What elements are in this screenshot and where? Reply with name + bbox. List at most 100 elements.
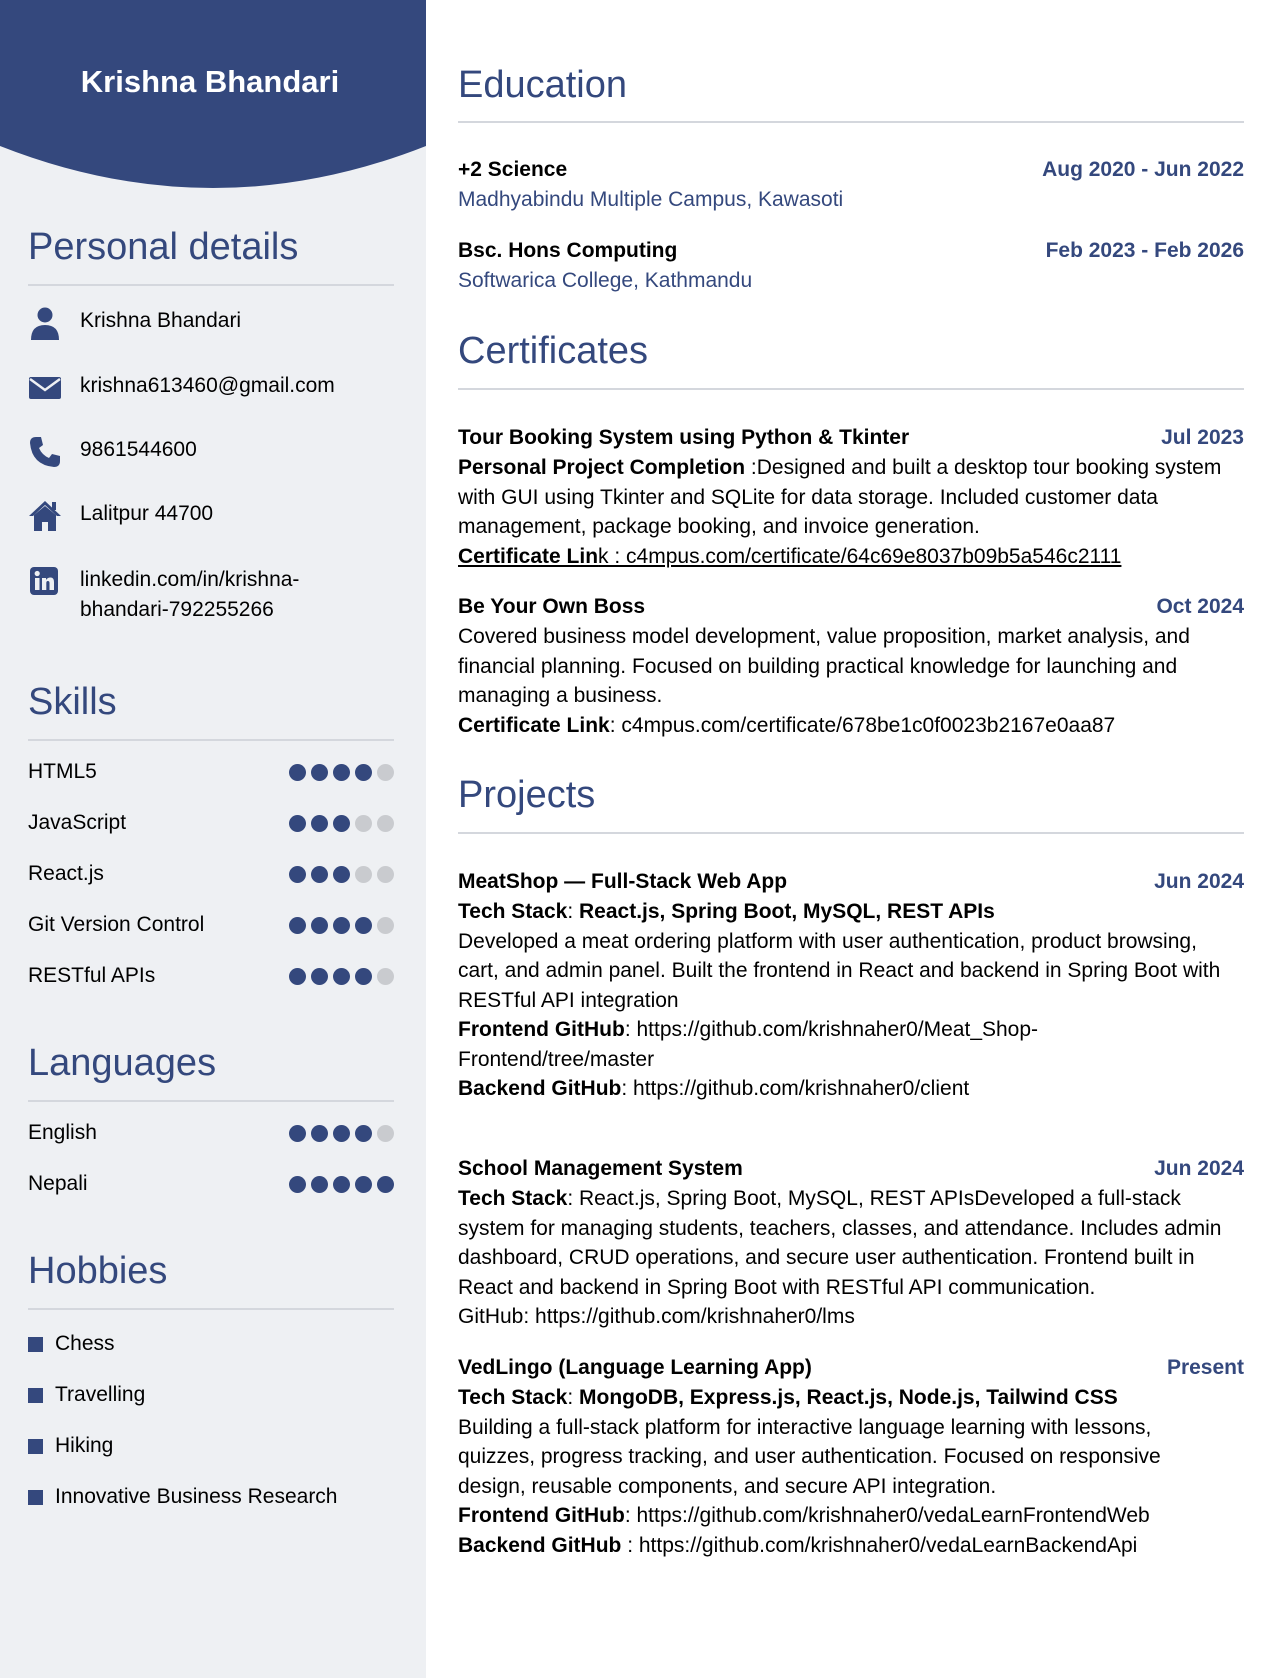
- skill-row: RESTful APIs: [28, 961, 394, 991]
- link-url: : https://github.com/krishnaher0/Meat_Sh…: [624, 1018, 1039, 1041]
- link-url: : https://github.com/krishnaher0/vedaLea…: [621, 1533, 1138, 1557]
- languages-heading: Languages: [28, 1042, 217, 1084]
- sidebar: Krishna Bhandari Personal details Krishn…: [0, 0, 426, 1678]
- text-span: :Designed and built a desktop tour booki…: [745, 456, 1222, 479]
- contact-linkedin-row: linkedin.com/in/krishna- bhandari-792255…: [28, 565, 398, 625]
- backend-github-link[interactable]: Backend GitHub : https://github.com/kris…: [458, 1531, 1248, 1561]
- certificate-link[interactable]: Certificate Link: c4mpus.com/certificate…: [458, 711, 1248, 741]
- hobby-item: Chess: [28, 1332, 115, 1356]
- github-link[interactable]: GitHub: https://github.com/krishnaher0/l…: [458, 1302, 1248, 1332]
- hobby-text: Innovative Business Research: [55, 1485, 338, 1508]
- tech-stack-label: Tech Stack: [458, 1386, 568, 1409]
- education-school: Softwarica College, Kathmandu: [458, 269, 753, 292]
- link-label: Frontend GitHub: [458, 1504, 625, 1527]
- backend-github-link[interactable]: Backend GitHub: https://github.com/krish…: [458, 1074, 1248, 1104]
- rating-dot: [289, 1124, 306, 1142]
- skill-row: JavaScript: [28, 808, 394, 838]
- contact-email[interactable]: krishna613460@gmail.com: [80, 371, 335, 401]
- hobby-text: Travelling: [55, 1383, 146, 1406]
- tech-stack-label: Tech Stack: [458, 900, 568, 923]
- certificate-description: Personal Project Completion :Designed an…: [458, 453, 1248, 571]
- rating-dot: [377, 814, 394, 832]
- language-rating: [289, 1175, 394, 1193]
- section-divider: [28, 1100, 394, 1102]
- rating-dot: [355, 865, 372, 883]
- project-description: Tech Stack: MongoDB, Express.js, React.j…: [458, 1383, 1248, 1560]
- rating-dot: [333, 763, 350, 781]
- rating-dot: [333, 814, 350, 832]
- text-span: : React.js, Spring Boot, MySQL, REST API…: [567, 1187, 1181, 1210]
- skill-rating: [289, 967, 394, 985]
- link-label: Backend GitHub: [458, 1533, 622, 1557]
- certificate-date: Oct 2024: [1156, 595, 1244, 618]
- text-line: Covered business model development, valu…: [458, 625, 1190, 648]
- rating-dot: [377, 1175, 394, 1193]
- rating-dot: [289, 814, 306, 832]
- rating-dot: [377, 916, 394, 934]
- contact-email-row: krishna613460@gmail.com: [28, 371, 398, 405]
- education-degree: +2 Science: [458, 158, 568, 181]
- text-line: management, package booking, and invoice…: [458, 515, 980, 538]
- skill-row: Git Version Control: [28, 910, 394, 940]
- contact-linkedin[interactable]: linkedin.com/in/krishna- bhandari-792255…: [80, 565, 299, 625]
- rating-dot: [289, 1175, 306, 1193]
- contact-name: Krishna Bhandari: [80, 309, 242, 332]
- text-line: managing a business.: [458, 684, 663, 707]
- skill-rating: [289, 865, 394, 883]
- rating-dot: [355, 1175, 372, 1193]
- certificate-description: Covered business model development, valu…: [458, 622, 1248, 740]
- hobby-item: Travelling: [28, 1383, 145, 1407]
- rating-dot: [333, 916, 350, 934]
- hobby-text: Hiking: [55, 1434, 114, 1457]
- text-line: dashboard, CRUD operations, and secure u…: [458, 1246, 1195, 1269]
- rating-dot: [377, 865, 394, 883]
- skills-heading: Skills: [28, 681, 117, 723]
- language-row: Nepali: [28, 1169, 394, 1199]
- link-label: Backend GitHub: [458, 1077, 622, 1100]
- contact-address-row: Lalitpur 44700: [28, 499, 398, 533]
- rating-dot: [311, 967, 328, 985]
- section-divider: [458, 832, 1244, 834]
- skill-name: Git Version Control: [28, 913, 205, 936]
- rating-dot: [377, 1124, 394, 1142]
- certificate-link-url: k : c4mpus.com/certificate/64c69e8037b09…: [598, 544, 1122, 568]
- text-line: React and backend in Spring Boot with RE…: [458, 1275, 1096, 1299]
- tech-stack-label: Tech Stack: [458, 1187, 568, 1210]
- rating-dot: [289, 865, 306, 883]
- home-icon: [29, 501, 61, 531]
- rating-dot: [377, 967, 394, 985]
- section-divider: [458, 388, 1244, 390]
- education-school: Madhyabindu Multiple Campus, Kawasoti: [458, 188, 844, 211]
- text-line[interactable]: Frontend/tree/master: [458, 1045, 1248, 1075]
- skill-rating: [289, 814, 394, 832]
- certificate-link-label: Certificate Lin: [458, 544, 599, 568]
- education-date: Aug 2020 - Jun 2022: [1042, 158, 1244, 181]
- hobby-item: Hiking: [28, 1434, 113, 1458]
- tech-stack-value: React.js, Spring Boot, MySQL, REST APIs: [579, 900, 995, 923]
- certificate-lead-label: Personal Project Completion: [458, 456, 746, 479]
- education-date: Feb 2023 - Feb 2026: [1045, 239, 1244, 262]
- link-label: Frontend GitHub: [458, 1018, 625, 1041]
- envelope-icon: [29, 377, 61, 399]
- project-description: Tech Stack: React.js, Spring Boot, MySQL…: [458, 897, 1248, 1104]
- rating-dot: [333, 1124, 350, 1142]
- text-line: RESTful API integration: [458, 988, 679, 1012]
- section-divider: [458, 121, 1244, 123]
- hobby-text: Chess: [55, 1332, 115, 1355]
- education-entry-header: Bsc. Hons Computing Feb 2023 - Feb 2026: [458, 239, 1244, 263]
- linkedin-line-1: linkedin.com/in/krishna-: [80, 568, 300, 591]
- language-row: English: [28, 1118, 394, 1148]
- frontend-github-link[interactable]: Frontend GitHub: https://github.com/kris…: [458, 1015, 1248, 1045]
- contact-phone-row: 9861544600: [28, 435, 398, 469]
- rating-dot: [311, 814, 328, 832]
- frontend-github-link[interactable]: Frontend GitHub: https://github.com/kris…: [458, 1501, 1248, 1531]
- certificate-link[interactable]: Certificate Link : c4mpus.com/certificat…: [458, 542, 1248, 572]
- certificate-entry-header: Tour Booking System using Python & Tkint…: [458, 426, 1244, 450]
- skill-name: HTML5: [28, 760, 97, 783]
- contact-address: Lalitpur 44700: [80, 502, 214, 525]
- rating-dot: [311, 865, 328, 883]
- phone-icon: [30, 437, 60, 467]
- text-line: cart, and admin panel. Built the fronten…: [458, 959, 1221, 982]
- rating-dot: [333, 865, 350, 883]
- certificate-name: Tour Booking System using Python & Tkint…: [458, 426, 910, 449]
